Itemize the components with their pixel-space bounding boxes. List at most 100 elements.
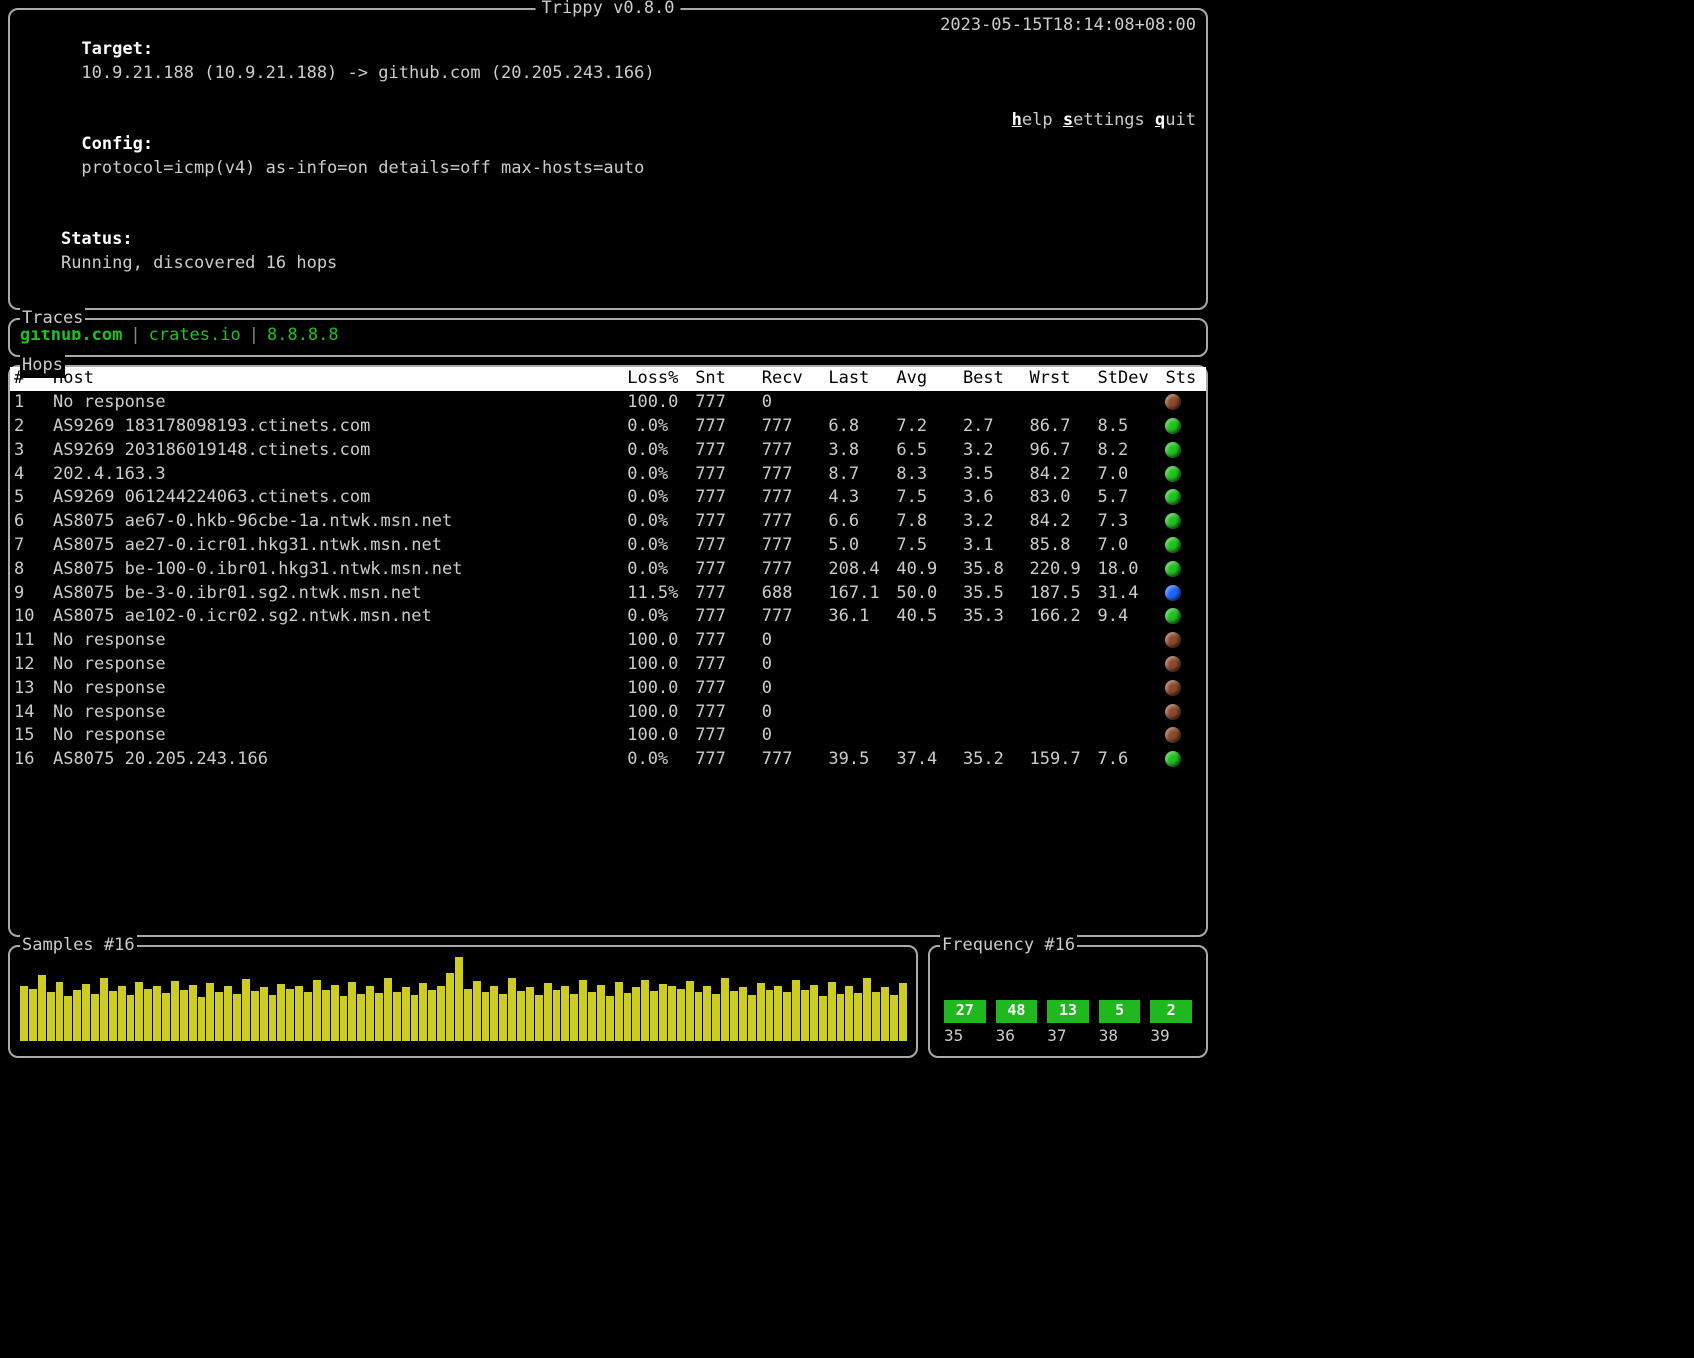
- sample-bar: [224, 986, 232, 1041]
- sample-bar: [251, 991, 259, 1042]
- status-dot-icon: [1165, 656, 1181, 672]
- sample-bar: [428, 990, 436, 1042]
- sample-bar: [233, 994, 241, 1042]
- frequency-label: 37: [1047, 1025, 1089, 1047]
- sample-bar: [144, 989, 152, 1042]
- status-dot-icon: [1165, 751, 1181, 767]
- sample-bar: [766, 990, 774, 1042]
- sample-bar: [588, 992, 596, 1042]
- hops-row[interactable]: 10AS8075 ae102-0.icr02.sg2.ntwk.msn.net0…: [10, 605, 1206, 629]
- sample-bar: [863, 978, 871, 1041]
- sample-bar: [499, 994, 507, 1042]
- hops-row[interactable]: 1No response100.07770: [10, 391, 1206, 415]
- traces-panel: Traces github.com|crates.io|8.8.8.8: [8, 318, 1208, 358]
- sample-bar: [242, 979, 250, 1041]
- sample-bar: [845, 986, 853, 1041]
- status-value: Running, discovered 16 hops: [61, 253, 337, 273]
- hops-column-header: Snt: [691, 367, 758, 391]
- sample-bar: [357, 994, 365, 1042]
- header-panel: Trippy v0.8.0 Target: 10.9.21.188 (10.9.…: [8, 8, 1208, 310]
- frequency-bar: 5: [1099, 1000, 1141, 1023]
- sample-bar: [837, 994, 845, 1042]
- hops-row[interactable]: 14No response100.07770: [10, 701, 1206, 725]
- hops-column-header: Wrst: [1026, 367, 1094, 391]
- sample-bar: [730, 991, 738, 1042]
- sample-bar: [29, 989, 37, 1042]
- sample-bar: [482, 992, 490, 1042]
- hops-row[interactable]: 11No response100.07770: [10, 629, 1206, 653]
- sample-bar: [38, 975, 46, 1042]
- sample-bar: [677, 989, 685, 1042]
- trace-separator: |: [249, 324, 259, 348]
- status-dot-icon: [1165, 513, 1181, 529]
- sample-bar: [189, 985, 197, 1041]
- sample-bar: [206, 983, 214, 1041]
- sample-bar: [171, 981, 179, 1041]
- sample-bar: [286, 989, 294, 1042]
- sample-bar: [20, 986, 28, 1041]
- hops-row[interactable]: 15No response100.07770: [10, 724, 1206, 748]
- sample-bar: [47, 992, 55, 1042]
- sample-bar: [774, 986, 782, 1041]
- hops-column-header: Last: [824, 367, 892, 391]
- trace-tab[interactable]: 8.8.8.8: [267, 324, 339, 348]
- config-label: Config:: [81, 134, 153, 154]
- frequency-chart: 27481352: [940, 951, 1196, 1023]
- hops-row[interactable]: 16AS8075 20.205.243.1660.0%77777739.537.…: [10, 748, 1206, 772]
- sample-bar: [721, 978, 729, 1041]
- status-dot-icon: [1165, 608, 1181, 624]
- sample-bar: [260, 987, 268, 1041]
- quit-key[interactable]: q: [1155, 110, 1165, 130]
- trace-tab[interactable]: crates.io: [149, 324, 241, 348]
- target-value: 10.9.21.188 (10.9.21.188) -> github.com …: [81, 63, 654, 83]
- settings-key[interactable]: s: [1063, 110, 1073, 130]
- sample-bar: [393, 992, 401, 1042]
- hops-header-row: #HostLoss%SntRecvLastAvgBestWrstStDevSts: [10, 367, 1206, 391]
- config-value: protocol=icmp(v4) as-info=on details=off…: [81, 158, 644, 178]
- sample-bar: [473, 981, 481, 1041]
- sample-bar: [313, 980, 321, 1041]
- hops-row[interactable]: 5AS9269 061244224063.ctinets.com0.0%7777…: [10, 486, 1206, 510]
- target-label: Target:: [81, 39, 153, 59]
- frequency-label: 36: [996, 1025, 1038, 1047]
- status-dot-icon: [1165, 585, 1181, 601]
- hops-row[interactable]: 13No response100.07770: [10, 677, 1206, 701]
- sample-bar: [135, 982, 143, 1041]
- frequency-label: 39: [1150, 1025, 1192, 1047]
- samples-chart: [20, 951, 906, 1041]
- hops-row[interactable]: 12No response100.07770: [10, 653, 1206, 677]
- sample-bar: [597, 985, 605, 1041]
- sample-bar: [64, 996, 72, 1042]
- sample-bar: [881, 987, 889, 1041]
- sample-bar: [118, 986, 126, 1041]
- sample-bar: [872, 992, 880, 1042]
- frequency-panel: Frequency #16 27481352 3536373839: [928, 945, 1208, 1057]
- hops-row[interactable]: 4202.4.163.30.0%7777778.78.33.584.27.0: [10, 463, 1206, 487]
- status-label: Status:: [61, 229, 133, 249]
- hops-row[interactable]: 8AS8075 be-100-0.ibr01.hkg31.ntwk.msn.ne…: [10, 558, 1206, 582]
- hops-column-header: Recv: [758, 367, 825, 391]
- menu: help settings quit: [1012, 109, 1196, 133]
- frequency-bar: 27: [944, 1000, 986, 1023]
- sample-bar: [295, 986, 303, 1041]
- frequency-bar: 48: [996, 1000, 1038, 1023]
- sample-bar: [570, 994, 578, 1042]
- sample-bar: [331, 985, 339, 1041]
- sample-bar: [641, 980, 649, 1041]
- sample-bar: [56, 982, 64, 1041]
- sample-bar: [748, 995, 756, 1042]
- status-dot-icon: [1165, 537, 1181, 553]
- hops-row[interactable]: 2AS9269 183178098193.ctinets.com0.0%7777…: [10, 415, 1206, 439]
- sample-bar: [553, 990, 561, 1042]
- sample-bar: [73, 990, 81, 1042]
- hops-row[interactable]: 3AS9269 203186019148.ctinets.com0.0%7777…: [10, 439, 1206, 463]
- hops-table: #HostLoss%SntRecvLastAvgBestWrstStDevSts…: [10, 367, 1206, 772]
- sample-bar: [375, 993, 383, 1042]
- status-dot-icon: [1165, 680, 1181, 696]
- hops-row[interactable]: 9AS8075 be-3-0.ibr01.sg2.ntwk.msn.net11.…: [10, 582, 1206, 606]
- hops-row[interactable]: 7AS8075 ae27-0.icr01.hkg31.ntwk.msn.net0…: [10, 534, 1206, 558]
- hops-row[interactable]: 6AS8075 ae67-0.hkb-96cbe-1a.ntwk.msn.net…: [10, 510, 1206, 534]
- hops-column-header: Best: [959, 367, 1026, 391]
- help-key[interactable]: h: [1012, 110, 1022, 130]
- sample-bar: [668, 986, 676, 1041]
